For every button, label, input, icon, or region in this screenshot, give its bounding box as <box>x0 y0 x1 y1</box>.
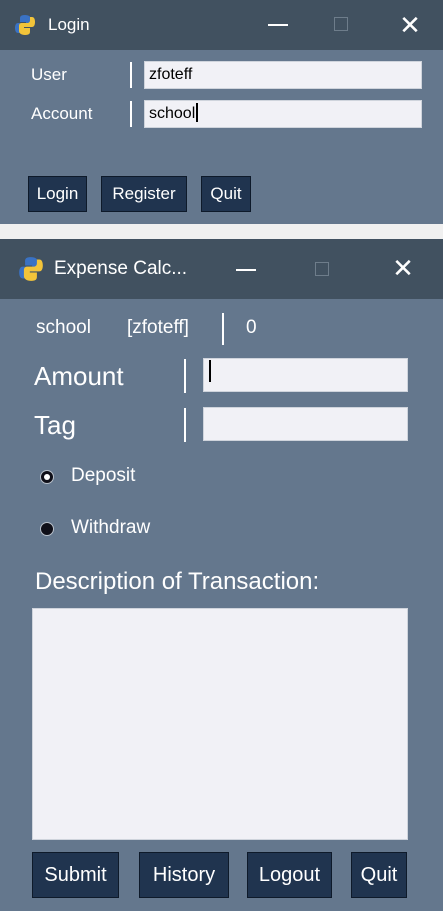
account-input-value: school <box>149 105 196 122</box>
deposit-label[interactable]: Deposit <box>71 465 135 487</box>
login-button[interactable]: Login <box>28 176 87 212</box>
deposit-radio[interactable] <box>40 470 54 484</box>
register-button[interactable]: Register <box>101 176 187 212</box>
submit-button[interactable]: Submit <box>32 852 119 898</box>
description-label: Description of Transaction: <box>35 568 320 595</box>
expense-titlebar[interactable]: Expense Calc... ✕ <box>0 239 443 299</box>
separator <box>130 101 132 127</box>
withdraw-radio[interactable] <box>40 522 54 536</box>
user-input-value: zfoteff <box>149 66 193 83</box>
separator <box>184 359 186 393</box>
close-icon[interactable]: ✕ <box>395 10 425 40</box>
quit-button[interactable]: Quit <box>351 852 407 898</box>
account-name: school <box>36 317 91 338</box>
history-button[interactable]: History <box>139 852 229 898</box>
balance-value: 0 <box>246 317 257 338</box>
python-icon <box>19 257 43 281</box>
text-caret <box>196 103 199 122</box>
gap <box>0 224 443 239</box>
window-title: Login <box>48 15 90 34</box>
minimize-icon[interactable] <box>236 269 256 271</box>
separator <box>184 408 186 442</box>
radio-selected-dot <box>44 474 50 480</box>
user-input[interactable]: zfoteff <box>144 61 422 89</box>
description-textarea[interactable] <box>32 608 408 840</box>
minimize-icon[interactable] <box>268 24 288 26</box>
close-icon[interactable]: ✕ <box>388 253 418 283</box>
login-window: Login ✕ User zfoteff Account school Logi… <box>0 0 443 224</box>
amount-input[interactable] <box>203 358 408 392</box>
quit-button[interactable]: Quit <box>201 176 251 212</box>
text-caret <box>209 360 211 382</box>
account-label: Account <box>31 104 93 123</box>
withdraw-label[interactable]: Withdraw <box>71 517 150 539</box>
login-titlebar[interactable]: Login ✕ <box>0 0 443 50</box>
user-label: User <box>31 65 67 84</box>
account-input[interactable]: school <box>144 100 422 128</box>
window-title: Expense Calc... <box>54 258 188 279</box>
maximize-icon <box>315 262 329 276</box>
amount-label: Amount <box>34 361 124 391</box>
separator <box>222 313 224 345</box>
user-name: [zfoteff] <box>127 317 189 338</box>
python-icon <box>15 15 35 35</box>
maximize-icon <box>334 17 348 31</box>
tag-label: Tag <box>34 410 76 440</box>
tag-input[interactable] <box>203 407 408 441</box>
expense-window: Expense Calc... ✕ school [zfoteff] 0 Amo… <box>0 239 443 911</box>
logout-button[interactable]: Logout <box>247 852 332 898</box>
separator <box>130 62 132 88</box>
